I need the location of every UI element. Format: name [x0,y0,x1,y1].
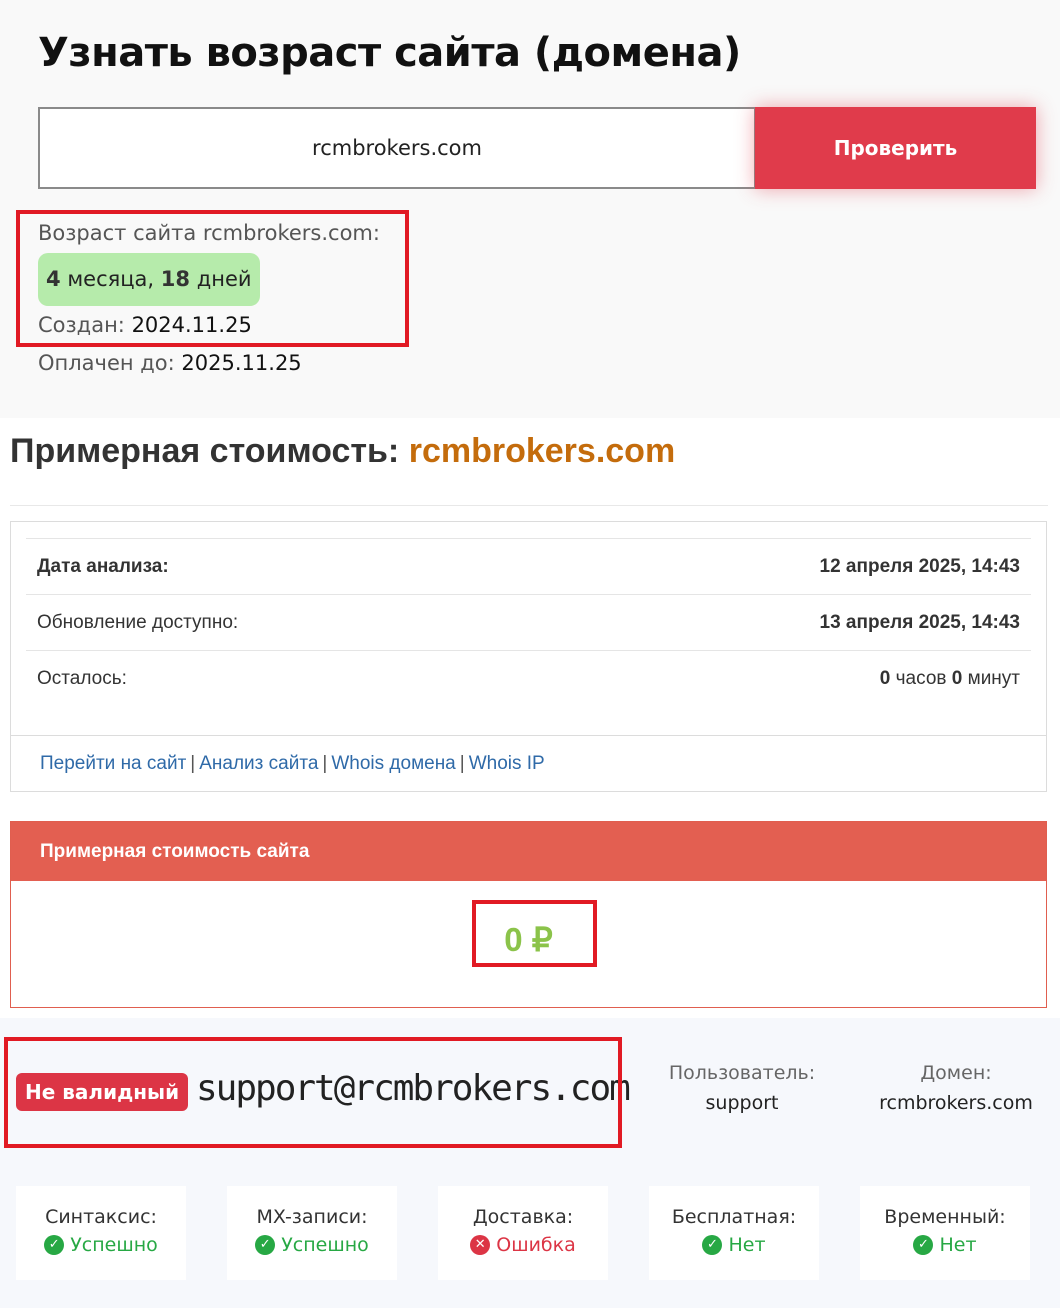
update-available-value: 13 апреля 2025, 14:43 [819,612,1020,633]
divider [10,505,1048,506]
email-user-column: Пользователь: support [642,1062,842,1114]
stat-label: Временный: [884,1206,1006,1228]
link-go-to-site[interactable]: Перейти на сайт [40,753,186,774]
stat-card-syntax: Синтаксис: ✓ Успешно [16,1186,186,1280]
update-available-label: Обновление доступно: [37,612,239,633]
stat-label: Доставка: [472,1206,574,1228]
cost-heading: Примерная стоимость: rcmbrokers.com [10,432,675,471]
check-circle-icon: ✓ [702,1235,723,1255]
stat-value: ✓ Успешно [255,1234,369,1256]
stat-value: ✕ Ошибка [470,1234,576,1256]
stat-label: MX-записи: [256,1206,368,1228]
link-separator: | [190,753,196,774]
analysis-info-panel: Дата анализа: 12 апреля 2025, 14:43 Обно… [10,521,1047,792]
cost-heading-label: Примерная стоимость: [10,432,400,470]
x-circle-icon: ✕ [470,1235,491,1255]
stat-value-text: Успешно [281,1234,369,1256]
paid-until-value: 2025.11.25 [181,351,302,375]
stat-value-text: Ошибка [496,1234,576,1256]
domain-input[interactable] [38,107,756,189]
link-separator: | [459,753,465,774]
annotation-highlight-age [16,210,409,347]
stat-label: Бесплатная: [671,1206,797,1228]
hours-count: 0 [879,668,891,689]
stat-card-delivery: Доставка: ✕ Ошибка [438,1186,608,1280]
info-row-analysis-date: Дата анализа: 12 апреля 2025, 14:43 [26,538,1031,595]
paid-until-line: Оплачен до: 2025.11.25 [38,351,302,375]
stat-card-temporary: Временный: ✓ Нет [860,1186,1030,1280]
check-circle-icon: ✓ [913,1235,934,1255]
hours-unit: часов [895,668,947,689]
link-separator: | [322,753,328,774]
page-title: Узнать возраст сайта (домена) [38,30,741,76]
domain-value: rcmbrokers.com [879,1092,1033,1114]
info-row-update-available: Обновление доступно: 13 апреля 2025, 14:… [26,594,1031,651]
info-row-time-left: Осталось: 0 часов 0 минут [26,650,1031,707]
user-label: Пользователь: [668,1062,816,1084]
stat-value: ✓ Нет [913,1234,977,1256]
minutes-count: 0 [951,668,963,689]
cost-heading-domain: rcmbrokers.com [408,432,676,470]
site-links: Перейти на сайт | Анализ сайта | Whois домен… [11,735,1046,791]
stat-value-text: Нет [728,1234,766,1256]
stat-value: ✓ Успешно [44,1234,158,1256]
stat-value-text: Успешно [70,1234,158,1256]
annotation-highlight-email [4,1037,622,1148]
stat-label: Синтаксис: [45,1206,157,1228]
paid-until-label: Оплачен до: [38,351,175,375]
stat-value-text: Нет [939,1234,977,1256]
time-left-label: Осталось: [37,668,127,689]
link-whois-domain[interactable]: Whois домена [331,753,455,774]
minutes-unit: минут [967,668,1020,689]
link-whois-ip[interactable]: Whois IP [469,753,545,774]
check-circle-icon: ✓ [255,1235,276,1255]
analysis-date-value: 12 апреля 2025, 14:43 [819,556,1020,577]
user-value: support [705,1092,779,1114]
check-button[interactable]: Проверить [755,107,1036,189]
check-circle-icon: ✓ [44,1235,65,1255]
annotation-highlight-price [472,900,597,967]
link-site-analysis[interactable]: Анализ сайта [199,753,318,774]
price-panel-title: Примерная стоимость сайта [11,822,1046,881]
time-left-value: 0 часов 0 минут [880,668,1020,690]
domain-check-form: Проверить [38,107,1036,189]
analysis-date-label: Дата анализа: [37,556,169,577]
stat-card-free: Бесплатная: ✓ Нет [649,1186,819,1280]
email-domain-column: Домен: rcmbrokers.com [856,1062,1056,1114]
stat-value: ✓ Нет [702,1234,766,1256]
domain-label: Домен: [920,1062,992,1084]
stat-card-mx-records: MX-записи: ✓ Успешно [227,1186,397,1280]
